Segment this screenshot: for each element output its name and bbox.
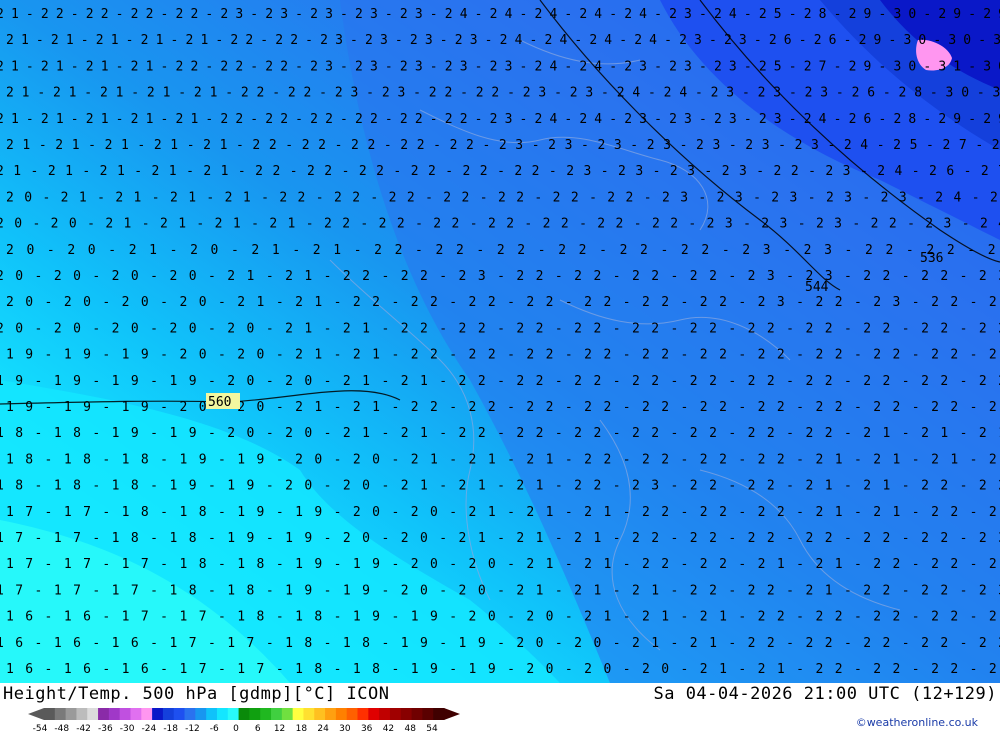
scale-swatch: [206, 708, 218, 720]
scale-swatch: [281, 708, 294, 720]
scale-swatch: [76, 708, 88, 720]
scale-tick-label: -24: [142, 724, 157, 733]
scale-swatch: [65, 708, 77, 720]
scale-arrow-left: [28, 708, 44, 720]
scale-swatch: [195, 708, 207, 720]
scale-swatch: [227, 708, 240, 720]
scale-tick-label: 12: [274, 724, 285, 733]
scale-swatch: [162, 708, 175, 720]
scale-swatch: [368, 708, 380, 720]
svg-text:544: 544: [805, 280, 829, 295]
temperature-row-10: 20-20-20-20-21-21-22-22-23-22-22-22-22-2…: [0, 269, 1000, 284]
contour-label-536: 536: [920, 251, 943, 266]
temperature-row-24: 16-16-16-17-17-18-18-19-19-20-20-21-21-2…: [0, 636, 1000, 651]
scale-tick-label: 54: [426, 724, 438, 733]
temperature-row-7: 20-21-21-21-21-22-22-22-22-22-22-22-23-2…: [6, 190, 1000, 205]
scale-swatch: [98, 708, 110, 720]
scale-arrow-right: [444, 708, 460, 720]
scale-swatch: [346, 708, 359, 720]
scale-tick-label: 24: [317, 724, 329, 733]
scale-swatch: [173, 708, 186, 720]
temperature-row-16: 18-18-19-19-20-20-21-21-22-22-22-22-22-2…: [0, 426, 1000, 441]
scale-tick-label: -30: [120, 724, 135, 733]
scale-tick-label: -36: [98, 724, 113, 733]
weather-map: 21-22-22-22-22-23-23-23-23-23-24-24-24-2…: [0, 0, 1000, 683]
scale-tick-label: -54: [33, 724, 48, 733]
scale-swatch: [44, 708, 56, 720]
scale-swatch: [357, 708, 369, 720]
scale-tick-label: -6: [210, 724, 219, 733]
scale-swatch: [87, 708, 99, 720]
scale-tick-label: 6: [255, 724, 261, 733]
scale-swatch: [314, 708, 326, 720]
scale-swatch: [411, 708, 423, 720]
scale-swatch: [119, 708, 131, 720]
scale-swatch: [271, 708, 283, 720]
scale-tick-label: 30: [339, 724, 351, 733]
temperature-row-20: 17-17-18-18-19-19-20-20-21-21-21-22-22-2…: [0, 531, 1000, 546]
contour-label-560: 560: [206, 393, 240, 410]
scale-swatch: [54, 708, 67, 720]
scale-tick-label: 48: [404, 724, 416, 733]
scale-swatch: [292, 708, 304, 720]
scale-tick-label: -42: [76, 724, 91, 733]
scale-swatch: [249, 708, 261, 720]
color-scale: -54 -48 -42 -36 -30 -24 -18 -12 -6 0 6 12 18 24 30 36 42…: [28, 708, 460, 733]
scale-swatch: [152, 708, 164, 720]
temperature-row-18: 18-18-18-19-19-20-20-21-21-21-22-23-22-2…: [0, 479, 1000, 494]
svg-text:536: 536: [920, 251, 943, 266]
scale-tick-label: 42: [383, 724, 394, 733]
svg-text:560: 560: [208, 395, 231, 410]
temperature-row-1: 21-21-21-21-21-22-22-23-23-23-23-24-24-2…: [6, 33, 1000, 48]
scale-tick-label: -48: [54, 724, 69, 733]
scale-tick-label: -18: [163, 724, 178, 733]
valid-time: Sa 04-04-2026 21:00 UTC (12+129): [653, 684, 997, 704]
scale-swatch: [433, 708, 445, 720]
temperature-row-22: 17-17-17-18-18-19-19-20-20-21-21-21-22-2…: [0, 583, 1000, 598]
temperature-field: 21-22-22-22-22-23-23-23-23-23-24-24-24-2…: [0, 0, 1000, 683]
scale-swatch: [422, 708, 434, 720]
scale-swatch: [389, 708, 402, 720]
temperature-row-9: 20-20-21-20-21-21-22-22-22-22-22-22-23-2…: [6, 243, 1000, 258]
scale-swatch: [260, 708, 272, 720]
scale-swatch: [108, 708, 121, 720]
contour-label-544: 544: [805, 280, 829, 295]
scale-swatch: [130, 708, 142, 720]
temperature-row-5: 21-21-21-21-21-22-22-22-22-22-23-23-23-2…: [6, 138, 1000, 153]
scale-swatch: [400, 708, 413, 720]
map-title: Height/Temp. 500 hPa [gdmp][°C] ICON: [3, 684, 390, 704]
scale-swatch: [184, 708, 196, 720]
scale-swatch: [325, 708, 337, 720]
scale-swatch: [141, 708, 153, 720]
scale-tick-label: 18: [296, 724, 308, 733]
scale-swatch: [238, 708, 250, 720]
scale-tick-label: 36: [361, 724, 373, 733]
scale-tick-label: -12: [185, 724, 200, 733]
credit-link[interactable]: ©weatheronline.co.uk: [856, 716, 978, 729]
scale-tick-label: 0: [233, 724, 239, 733]
scale-swatch: [335, 708, 348, 720]
temperature-row-14: 19-19-19-19-20-20-21-21-22-22-22-22-22-2…: [0, 374, 1000, 389]
scale-swatch: [303, 708, 315, 720]
temperature-row-12: 20-20-20-20-20-21-21-22-22-22-22-22-22-2…: [0, 321, 1000, 336]
map-footer: Height/Temp. 500 hPa [gdmp][°C] ICON Sa …: [0, 683, 1000, 733]
scale-swatch: [379, 708, 391, 720]
scale-swatch: [216, 708, 229, 720]
